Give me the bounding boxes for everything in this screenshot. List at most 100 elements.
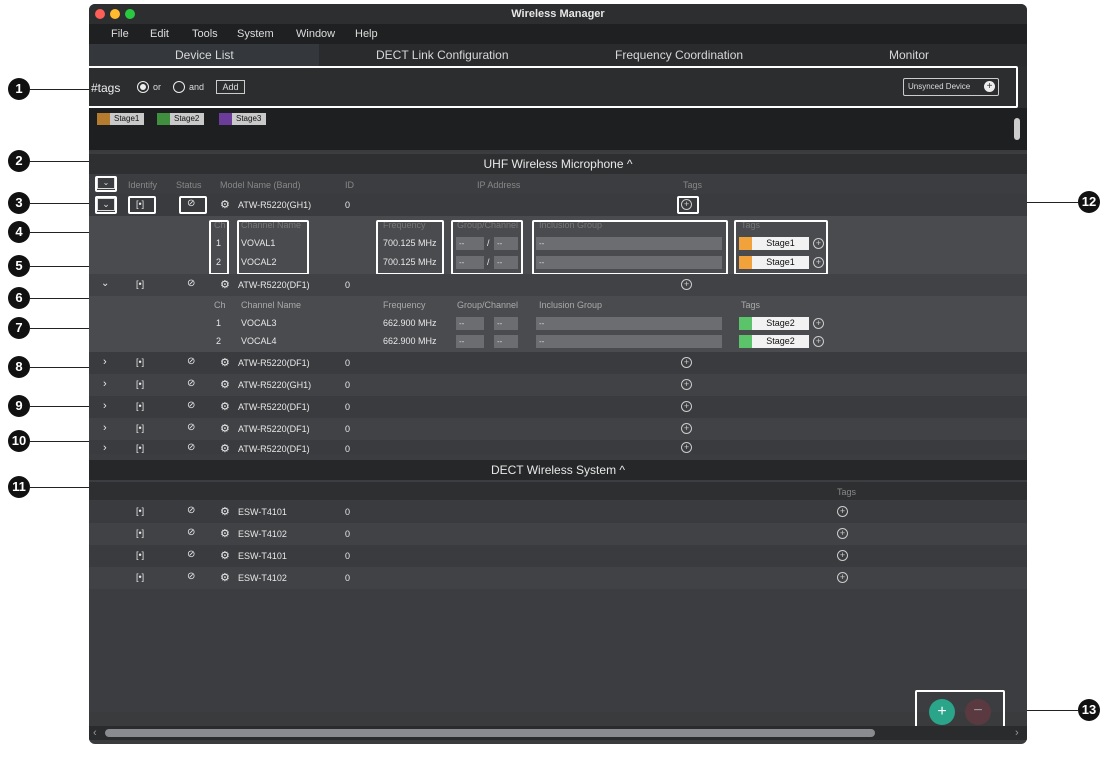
channel-table: Ch Channel Name Frequency Group/Channel … <box>89 296 1027 352</box>
plus-circle-icon[interactable]: + <box>681 357 692 368</box>
col-id[interactable]: ID <box>345 180 354 190</box>
chevron-right-icon[interactable]: › <box>103 400 107 412</box>
plus-circle-icon[interactable]: + <box>681 279 692 290</box>
dect-section-title: DECT Wireless System <box>490 463 617 477</box>
identify-icon[interactable]: [•] <box>136 443 144 453</box>
plus-circle-icon[interactable]: + <box>837 506 848 517</box>
identify-icon[interactable]: [•] <box>136 528 144 538</box>
device-id: 0 <box>345 380 351 390</box>
menu-window[interactable]: Window <box>296 28 335 40</box>
chevron-right-icon[interactable]: › <box>103 422 107 434</box>
tab-frequency-coordination[interactable]: Frequency Coordination <box>615 48 743 62</box>
identify-icon[interactable]: [•] <box>136 379 144 389</box>
model-name: ATW-R5220(GH1) <box>238 200 312 210</box>
device-row[interactable]: ⌄ [•] ⊘ ⚙ ATW-R5220(GH1) 0 + <box>89 194 1027 216</box>
status-icon: ⊘ <box>187 442 196 453</box>
group-field[interactable]: -- <box>456 335 484 348</box>
chevron-left-icon[interactable]: ‹ <box>93 727 97 739</box>
channel-field[interactable]: -- <box>494 335 518 348</box>
horizontal-scrollbar[interactable]: ‹ › <box>89 726 1027 740</box>
group-field[interactable]: -- <box>456 317 484 330</box>
dect-device-row[interactable]: [•] ⊘ ⚙ ESW-T4101 0 + <box>89 501 1027 523</box>
inclusion-group-field[interactable]: -- <box>536 335 722 348</box>
highlight-box-9 <box>451 220 523 275</box>
identify-icon[interactable]: [•] <box>136 550 144 560</box>
chevron-right-icon[interactable]: › <box>103 356 107 368</box>
chevron-down-icon[interactable]: ⌄ <box>101 278 109 289</box>
menu-edit[interactable]: Edit <box>150 28 169 40</box>
device-row[interactable]: › [•] ⊘ ⚙ ATW-R5220(DF1) 0 + <box>89 418 1027 440</box>
dect-device-row[interactable]: [•] ⊘ ⚙ ESW-T4102 0 + <box>89 523 1027 545</box>
chevron-right-icon[interactable]: › <box>103 442 107 454</box>
menu-file[interactable]: File <box>111 28 129 40</box>
tag-chip-bar: Stage1 Stage2 Stage3 <box>89 108 1027 150</box>
tag-bar-scrollbar[interactable] <box>1014 118 1020 140</box>
plus-circle-icon[interactable]: + <box>813 336 824 347</box>
gear-icon[interactable]: ⚙ <box>220 442 230 454</box>
identify-icon[interactable]: [•] <box>136 572 144 582</box>
zoom-window-button[interactable] <box>125 9 135 19</box>
identify-icon[interactable]: [•] <box>136 279 144 289</box>
dect-device-row[interactable]: [•] ⊘ ⚙ ESW-T4102 0 + <box>89 567 1027 589</box>
menu-system[interactable]: System <box>237 28 274 40</box>
device-row[interactable]: ⌄ [•] ⊘ ⚙ ATW-R5220(DF1) 0 + <box>89 274 1027 296</box>
channel-name[interactable]: VOCAL4 <box>241 336 277 346</box>
device-row[interactable]: › [•] ⊘ ⚙ ATW-R5220(DF1) 0 + <box>89 396 1027 418</box>
gear-icon[interactable]: ⚙ <box>220 378 230 391</box>
menu-help[interactable]: Help <box>355 28 378 40</box>
gear-icon[interactable]: ⚙ <box>220 198 230 211</box>
gear-icon[interactable]: ⚙ <box>220 549 230 562</box>
col-identify: Identify <box>128 180 158 190</box>
gear-icon[interactable]: ⚙ <box>220 505 230 518</box>
chevron-right-icon[interactable]: › <box>1015 727 1019 739</box>
device-row[interactable]: › [•] ⊘ ⚙ ATW-R5220(DF1) 0 + <box>89 352 1027 374</box>
menu-tools[interactable]: Tools <box>192 28 218 40</box>
col-ip[interactable]: IP Address <box>477 180 520 190</box>
gear-icon[interactable]: ⚙ <box>220 422 230 435</box>
identify-icon[interactable]: [•] <box>136 401 144 411</box>
identify-icon[interactable]: [•] <box>136 357 144 367</box>
dect-section-header[interactable]: DECT Wireless System ^ <box>89 460 1027 480</box>
channel-frequency[interactable]: 662.900 MHz <box>383 336 437 346</box>
gear-icon[interactable]: ⚙ <box>220 527 230 540</box>
gear-icon[interactable]: ⚙ <box>220 400 230 413</box>
plus-circle-icon[interactable]: + <box>681 442 692 453</box>
plus-circle-icon[interactable]: + <box>813 318 824 329</box>
col-model[interactable]: Model Name (Band) <box>220 180 301 190</box>
minimize-window-button[interactable] <box>110 9 120 19</box>
channel-number: 1 <box>216 318 222 328</box>
tag-chip-stage1[interactable]: Stage1 <box>97 113 145 125</box>
channel-frequency[interactable]: 662.900 MHz <box>383 318 437 328</box>
gear-icon[interactable]: ⚙ <box>220 278 230 291</box>
channel-field[interactable]: -- <box>494 317 518 330</box>
uhf-section-header[interactable]: UHF Wireless Microphone ^ <box>89 154 1027 174</box>
tag-chip-stage3[interactable]: Stage3 <box>219 113 267 125</box>
identify-icon[interactable]: [•] <box>136 423 144 433</box>
tab-monitor[interactable]: Monitor <box>889 48 929 62</box>
tab-device-list[interactable]: Device List <box>175 48 234 62</box>
gear-icon[interactable]: ⚙ <box>220 571 230 584</box>
chevron-right-icon[interactable]: › <box>103 378 107 390</box>
plus-circle-icon[interactable]: + <box>837 528 848 539</box>
plus-circle-icon[interactable]: + <box>681 401 692 412</box>
status-icon: ⊘ <box>187 422 196 433</box>
plus-circle-icon[interactable]: + <box>837 550 848 561</box>
scrollbar-thumb[interactable] <box>105 729 875 737</box>
gear-icon[interactable]: ⚙ <box>220 356 230 369</box>
callout-13: 13 <box>1078 699 1100 721</box>
inclusion-group-field[interactable]: -- <box>536 317 722 330</box>
plus-circle-icon[interactable]: + <box>837 572 848 583</box>
channel-tag-button[interactable]: Stage2 <box>752 317 809 330</box>
highlight-box-2 <box>95 176 117 192</box>
dect-device-row[interactable]: [•] ⊘ ⚙ ESW-T4101 0 + <box>89 545 1027 567</box>
channel-name[interactable]: VOCAL3 <box>241 318 277 328</box>
device-row[interactable]: › [•] ⊘ ⚙ ATW-R5220(GH1) 0 + <box>89 374 1027 396</box>
channel-tag-button[interactable]: Stage2 <box>752 335 809 348</box>
plus-circle-icon[interactable]: + <box>681 423 692 434</box>
plus-circle-icon[interactable]: + <box>681 379 692 390</box>
tag-chip-stage2[interactable]: Stage2 <box>157 113 205 125</box>
close-window-button[interactable] <box>95 9 105 19</box>
identify-icon[interactable]: [•] <box>136 506 144 516</box>
device-row[interactable]: › [•] ⊘ ⚙ ATW-R5220(DF1) 0 + <box>89 440 1027 454</box>
tab-dect-link[interactable]: DECT Link Configuration <box>376 48 509 62</box>
